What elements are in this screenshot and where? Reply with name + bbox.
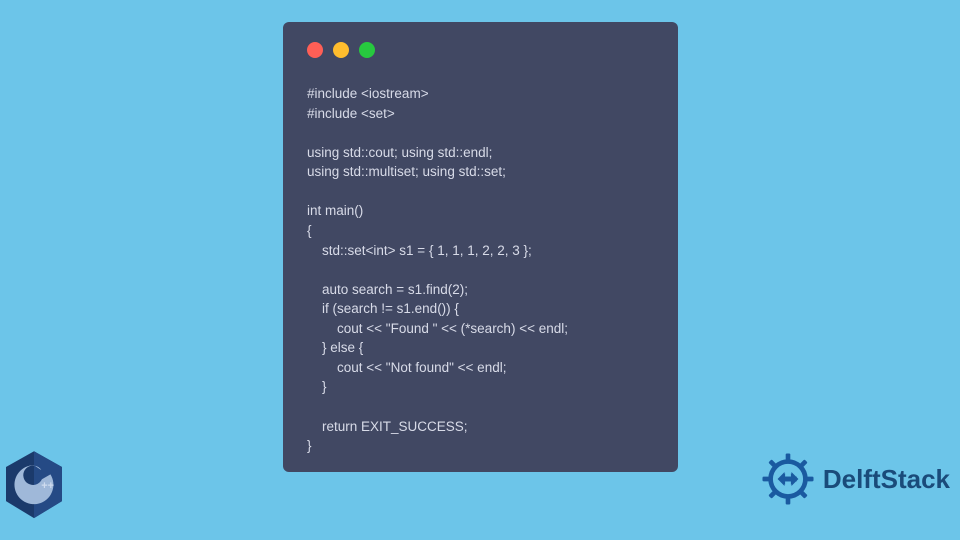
code-line: { <box>307 223 312 238</box>
code-line: } <box>307 438 312 453</box>
code-line: #include <set> <box>307 106 395 121</box>
cpp-badge-text: ++ <box>41 480 54 492</box>
code-line: } <box>307 379 327 394</box>
code-line: cout << "Not found" << endl; <box>307 360 506 375</box>
code-line: std::set<int> s1 = { 1, 1, 1, 2, 2, 3 }; <box>307 243 532 258</box>
gear-icon <box>759 450 817 508</box>
code-block: #include <iostream> #include <set> using… <box>307 84 654 456</box>
code-line: using std::cout; using std::endl; <box>307 145 492 160</box>
minimize-icon[interactable] <box>333 42 349 58</box>
code-line: return EXIT_SUCCESS; <box>307 419 468 434</box>
delftstack-logo: DelftStack <box>759 450 950 508</box>
code-line: if (search != s1.end()) { <box>307 301 459 316</box>
close-icon[interactable] <box>307 42 323 58</box>
code-window: #include <iostream> #include <set> using… <box>283 22 678 472</box>
window-controls <box>307 42 654 58</box>
code-line: int main() <box>307 203 363 218</box>
maximize-icon[interactable] <box>359 42 375 58</box>
cpp-logo-icon: ++ <box>3 450 65 520</box>
code-line: } else { <box>307 340 363 355</box>
code-line: using std::multiset; using std::set; <box>307 164 506 179</box>
code-line: cout << "Found " << (*search) << endl; <box>307 321 568 336</box>
code-line: #include <iostream> <box>307 86 429 101</box>
code-line: auto search = s1.find(2); <box>307 282 468 297</box>
brand-name: DelftStack <box>823 464 950 495</box>
